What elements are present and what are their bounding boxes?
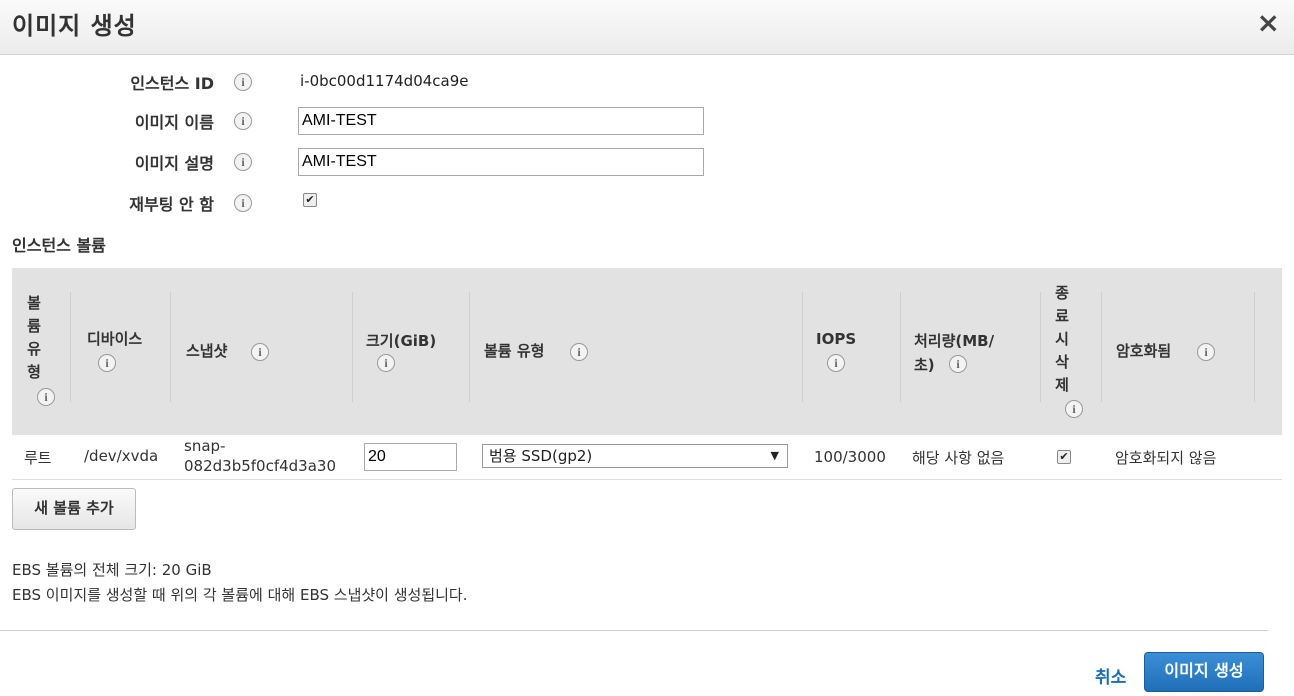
size-input[interactable] bbox=[364, 443, 457, 471]
info-icon[interactable]: i bbox=[949, 355, 967, 373]
footer-divider bbox=[0, 630, 1268, 631]
column-divider bbox=[469, 292, 470, 402]
col-volume-type-char: 유 bbox=[27, 340, 41, 358]
instance-id-label: 인스턴스 ID bbox=[130, 74, 214, 93]
no-reboot-checkbox[interactable]: ✔ bbox=[303, 193, 317, 207]
info-icon[interactable]: i bbox=[1065, 400, 1083, 418]
col-delete-on-termination: 종 료 시 삭 제 bbox=[1052, 282, 1072, 397]
col-volume-type-char: 형 bbox=[27, 363, 41, 381]
row-snapshot: snap- bbox=[184, 437, 226, 455]
info-icon[interactable]: i bbox=[1197, 343, 1215, 361]
instance-volumes-title: 인스턴스 볼륨 bbox=[12, 236, 106, 255]
column-divider bbox=[1040, 292, 1041, 402]
dialog-header: 이미지 생성 × bbox=[0, 0, 1294, 55]
instance-id-value: i-0bc00d1174d04ca9e bbox=[300, 72, 469, 90]
row-iops: 100/3000 bbox=[814, 448, 886, 466]
column-divider bbox=[1254, 292, 1255, 402]
image-name-label: 이미지 이름 bbox=[134, 113, 214, 132]
col-delete-char: 삭 bbox=[1055, 353, 1069, 371]
info-icon[interactable]: i bbox=[37, 388, 55, 406]
col-delete-char: 제 bbox=[1055, 376, 1069, 394]
col-volume-type-select: 볼륨 유형 bbox=[484, 342, 545, 360]
row-encrypted: 암호화되지 않음 bbox=[1115, 449, 1217, 467]
info-icon[interactable]: i bbox=[98, 354, 116, 372]
delete-on-termination-checkbox[interactable]: ✔ bbox=[1057, 450, 1071, 464]
image-description-input[interactable] bbox=[298, 148, 704, 176]
info-icon[interactable]: i bbox=[827, 354, 845, 372]
info-icon[interactable]: i bbox=[570, 343, 588, 361]
col-device: 디바이스 bbox=[87, 330, 143, 348]
info-icon[interactable]: i bbox=[377, 354, 395, 372]
row-throughput: 해당 사항 없음 bbox=[912, 449, 1005, 467]
row-device: /dev/xvda bbox=[84, 447, 159, 465]
total-size-note: EBS 볼륨의 전체 크기: 20 GiB bbox=[12, 561, 212, 579]
col-delete-char: 료 bbox=[1055, 307, 1069, 325]
add-volume-button[interactable]: 새 볼륨 추가 bbox=[12, 488, 136, 530]
column-divider bbox=[352, 292, 353, 402]
info-icon[interactable]: i bbox=[234, 153, 252, 171]
image-name-input[interactable] bbox=[298, 107, 704, 135]
dialog-title: 이미지 생성 bbox=[12, 12, 137, 40]
col-throughput-line2: 초) bbox=[914, 356, 935, 374]
cancel-button[interactable]: 취소 bbox=[1095, 663, 1126, 688]
col-snapshot: 스냅샷 bbox=[186, 342, 228, 360]
volume-table-header: 볼 륨 유 형 i 디바이스 i 스냅샷 i 크기(GiB) i 볼륨 유형 i… bbox=[12, 268, 1282, 435]
column-divider bbox=[170, 292, 171, 402]
info-icon[interactable]: i bbox=[234, 73, 252, 91]
close-icon[interactable]: × bbox=[1257, 6, 1280, 39]
col-size: 크기(GiB) bbox=[366, 332, 437, 350]
image-description-label: 이미지 설명 bbox=[134, 154, 214, 173]
snapshot-info-note: EBS 이미지를 생성할 때 위의 각 볼륨에 대해 EBS 스냅샷이 생성됩니… bbox=[12, 586, 468, 604]
col-encrypted: 암호화됨 bbox=[1116, 342, 1172, 360]
col-volume-type: 볼 륨 유 형 bbox=[24, 292, 44, 384]
info-icon[interactable]: i bbox=[234, 112, 252, 130]
row-snapshot-line2: 082d3b5f0cf4d3a30 bbox=[184, 457, 336, 475]
column-divider bbox=[1101, 292, 1102, 402]
col-delete-char: 시 bbox=[1055, 330, 1069, 348]
chevron-down-icon: ▼ bbox=[770, 449, 779, 462]
col-throughput: 처리량(MB/ bbox=[914, 332, 995, 350]
create-image-button[interactable]: 이미지 생성 bbox=[1144, 652, 1264, 692]
column-divider bbox=[802, 292, 803, 402]
no-reboot-label: 재부팅 안 함 bbox=[129, 195, 214, 214]
info-icon[interactable]: i bbox=[251, 343, 269, 361]
row-volume-type: 루트 bbox=[24, 449, 52, 467]
column-divider bbox=[900, 292, 901, 402]
column-divider bbox=[70, 292, 71, 402]
col-delete-char: 종 bbox=[1055, 284, 1069, 302]
col-volume-type-char: 볼 bbox=[27, 294, 41, 312]
info-icon[interactable]: i bbox=[234, 194, 252, 212]
col-iops: IOPS bbox=[816, 330, 857, 348]
volume-type-selected: 범용 SSD(gp2) bbox=[489, 447, 593, 465]
volume-type-select[interactable]: 범용 SSD(gp2) ▼ bbox=[482, 444, 788, 468]
col-volume-type-char: 륨 bbox=[27, 317, 41, 335]
